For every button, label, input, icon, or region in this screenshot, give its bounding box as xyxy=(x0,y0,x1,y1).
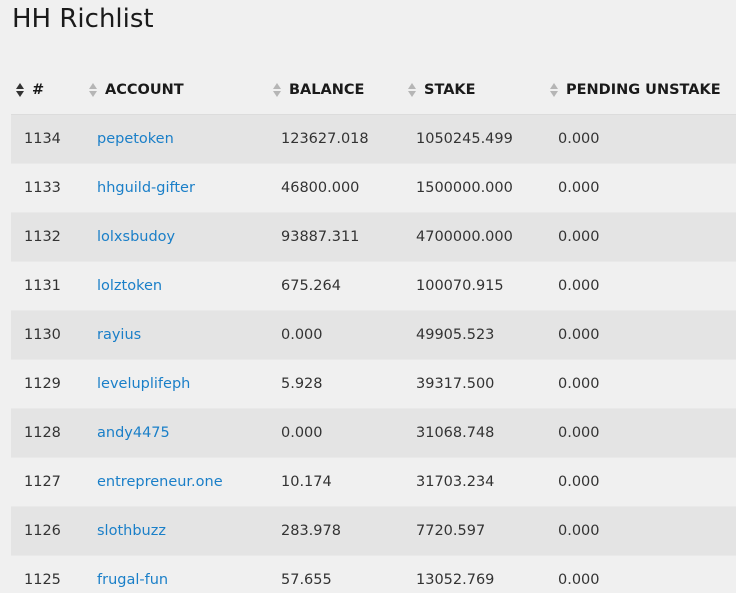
account-link[interactable]: slothbuzz xyxy=(97,523,166,539)
pending-unstake-cell: 0.000 xyxy=(545,212,736,262)
stake-cell: 39317.500 xyxy=(403,359,545,409)
column-header-rank[interactable]: # xyxy=(11,66,84,115)
account-cell: entrepreneur.one xyxy=(84,457,268,507)
table-row: 1130 rayius 0.000 49905.523 0.000 xyxy=(11,310,736,360)
table-row: 1134 pepetoken 123627.018 1050245.499 0.… xyxy=(11,114,736,164)
rank-cell: 1125 xyxy=(11,555,84,593)
pending-unstake-cell: 0.000 xyxy=(545,457,736,507)
account-link[interactable]: leveluplifeph xyxy=(97,376,190,392)
rank-cell: 1130 xyxy=(11,310,84,360)
pending-unstake-cell: 0.000 xyxy=(545,163,736,213)
account-cell: hhguild-gifter xyxy=(84,163,268,213)
stake-cell: 31703.234 xyxy=(403,457,545,507)
account-link[interactable]: lolxsbudoy xyxy=(97,229,175,245)
pending-unstake-cell: 0.000 xyxy=(545,555,736,593)
stake-cell: 100070.915 xyxy=(403,261,545,311)
stake-cell: 49905.523 xyxy=(403,310,545,360)
rank-cell: 1126 xyxy=(11,506,84,556)
page-title: HH Richlist xyxy=(12,4,154,34)
stake-cell: 13052.769 xyxy=(403,555,545,593)
column-header-label: # xyxy=(32,82,45,98)
rank-cell: 1128 xyxy=(11,408,84,458)
balance-cell: 46800.000 xyxy=(268,163,403,213)
stake-cell: 31068.748 xyxy=(403,408,545,458)
balance-cell: 0.000 xyxy=(268,310,403,360)
sort-icon xyxy=(272,83,282,97)
account-cell: rayius xyxy=(84,310,268,360)
account-cell: leveluplifeph xyxy=(84,359,268,409)
account-link[interactable]: lolztoken xyxy=(97,278,162,294)
pending-unstake-cell: 0.000 xyxy=(545,359,736,409)
pending-unstake-cell: 0.000 xyxy=(545,408,736,458)
account-cell: pepetoken xyxy=(84,114,268,164)
column-header-account[interactable]: ACCOUNT xyxy=(84,66,268,115)
account-link[interactable]: rayius xyxy=(97,327,141,343)
column-header-balance[interactable]: BALANCE xyxy=(268,66,403,115)
column-header-pending-unstake[interactable]: PENDING UNSTAKE xyxy=(545,66,736,115)
account-link[interactable]: pepetoken xyxy=(97,131,174,147)
rank-cell: 1134 xyxy=(11,114,84,164)
stake-cell: 4700000.000 xyxy=(403,212,545,262)
balance-cell: 57.655 xyxy=(268,555,403,593)
account-cell: lolztoken xyxy=(84,261,268,311)
pending-unstake-cell: 0.000 xyxy=(545,506,736,556)
column-header-label: STAKE xyxy=(424,82,476,98)
account-link[interactable]: entrepreneur.one xyxy=(97,474,223,490)
sort-icon xyxy=(88,83,98,97)
account-cell: lolxsbudoy xyxy=(84,212,268,262)
balance-cell: 5.928 xyxy=(268,359,403,409)
stake-cell: 1500000.000 xyxy=(403,163,545,213)
pending-unstake-cell: 0.000 xyxy=(545,114,736,164)
account-cell: andy4475 xyxy=(84,408,268,458)
table-body: 1134 pepetoken 123627.018 1050245.499 0.… xyxy=(11,114,736,593)
sort-icon xyxy=(407,83,417,97)
stake-cell: 1050245.499 xyxy=(403,114,545,164)
balance-cell: 283.978 xyxy=(268,506,403,556)
rank-cell: 1127 xyxy=(11,457,84,507)
table-row: 1131 lolztoken 675.264 100070.915 0.000 xyxy=(11,261,736,311)
account-cell: frugal-fun xyxy=(84,555,268,593)
table-row: 1126 slothbuzz 283.978 7720.597 0.000 xyxy=(11,506,736,556)
table-header: # ACCOUNT BALANCE STAKE PENDING UNSTAKE xyxy=(11,66,736,115)
balance-cell: 123627.018 xyxy=(268,114,403,164)
richlist-page: HH Richlist # ACCOUNT BALANCE STAKE PEND… xyxy=(0,0,736,593)
pending-unstake-cell: 0.000 xyxy=(545,261,736,311)
rank-cell: 1133 xyxy=(11,163,84,213)
header-row: # ACCOUNT BALANCE STAKE PENDING UNSTAKE xyxy=(11,66,736,115)
table-row: 1125 frugal-fun 57.655 13052.769 0.000 xyxy=(11,555,736,593)
column-header-label: ACCOUNT xyxy=(105,82,184,98)
table-row: 1127 entrepreneur.one 10.174 31703.234 0… xyxy=(11,457,736,507)
balance-cell: 675.264 xyxy=(268,261,403,311)
account-link[interactable]: frugal-fun xyxy=(97,572,168,588)
rank-cell: 1131 xyxy=(11,261,84,311)
account-link[interactable]: hhguild-gifter xyxy=(97,180,195,196)
balance-cell: 93887.311 xyxy=(268,212,403,262)
rank-cell: 1129 xyxy=(11,359,84,409)
column-header-label: BALANCE xyxy=(289,82,365,98)
richlist-table: # ACCOUNT BALANCE STAKE PENDING UNSTAKE … xyxy=(11,66,736,593)
account-link[interactable]: andy4475 xyxy=(97,425,170,441)
column-header-stake[interactable]: STAKE xyxy=(403,66,545,115)
balance-cell: 10.174 xyxy=(268,457,403,507)
sort-icon xyxy=(549,83,559,97)
table-row: 1128 andy4475 0.000 31068.748 0.000 xyxy=(11,408,736,458)
rank-cell: 1132 xyxy=(11,212,84,262)
table-row: 1129 leveluplifeph 5.928 39317.500 0.000 xyxy=(11,359,736,409)
balance-cell: 0.000 xyxy=(268,408,403,458)
table-row: 1132 lolxsbudoy 93887.311 4700000.000 0.… xyxy=(11,212,736,262)
column-header-label: PENDING UNSTAKE xyxy=(566,82,721,98)
table-row: 1133 hhguild-gifter 46800.000 1500000.00… xyxy=(11,163,736,213)
sort-icon xyxy=(15,83,25,97)
account-cell: slothbuzz xyxy=(84,506,268,556)
pending-unstake-cell: 0.000 xyxy=(545,310,736,360)
stake-cell: 7720.597 xyxy=(403,506,545,556)
